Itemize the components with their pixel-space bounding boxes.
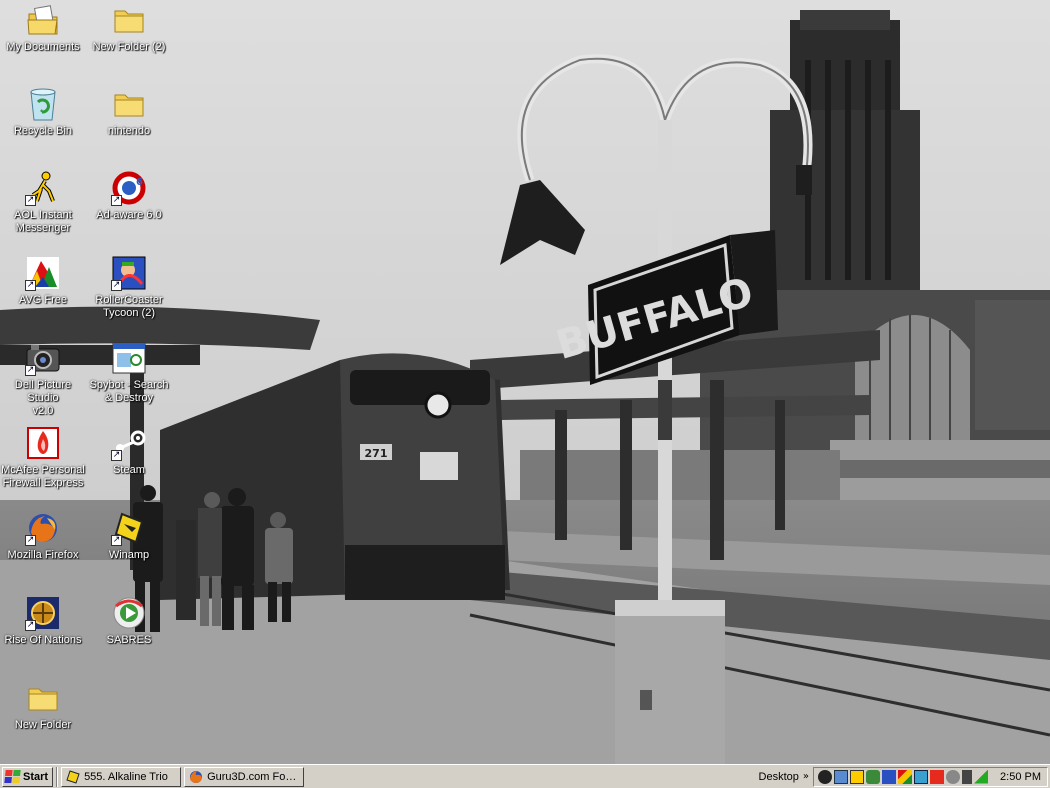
spybot-icon: [111, 340, 147, 376]
desktop-icon-new-folder[interactable]: New Folder: [0, 680, 86, 732]
desktop-icon-my-documents[interactable]: My Documents: [0, 2, 86, 54]
taskbar-button-firefox[interactable]: Guru3D.com Foru...: [184, 766, 305, 787]
adaware-icon: 6 ↗: [111, 170, 147, 206]
shortcut-arrow-icon: ↗: [111, 195, 122, 206]
desktop-icon-label: Recycle Bin: [13, 125, 73, 137]
shortcut-arrow-icon: ↗: [25, 620, 36, 631]
network-tray-icon[interactable]: [834, 769, 849, 784]
recycle-bin-icon: [25, 86, 61, 122]
desktop-icon-label: Rise Of Nations: [4, 634, 82, 646]
desktop-icon-label: AVG Free: [18, 294, 68, 306]
desktop-icon-sabres[interactable]: SABRES: [86, 595, 172, 647]
start-label: Start: [23, 770, 49, 783]
signal-strength-icon[interactable]: [974, 769, 989, 784]
desktop-icon-mcafee[interactable]: McAfee Personal Firewall Express: [0, 425, 86, 490]
locomotive-number: 271: [365, 447, 388, 460]
system-tray: 2:50 PM: [813, 766, 1048, 787]
shortcut-arrow-icon: ↗: [25, 535, 36, 546]
desktop-icon-rollercoaster-tycoon-2[interactable]: ↗ RollerCoaster Tycoon (2): [86, 255, 172, 320]
rise-of-nations-icon: ↗: [25, 595, 61, 631]
desktop-icon-nintendo[interactable]: nintendo: [86, 86, 172, 138]
svg-text:6: 6: [136, 177, 143, 188]
taskbar-clock[interactable]: 2:50 PM: [1000, 771, 1041, 783]
dell-picture-studio-icon: ↗: [25, 340, 61, 376]
tool-tray-icon[interactable]: [946, 769, 961, 784]
desktop-icon-label: McAfee Personal Firewall Express: [1, 464, 85, 489]
avg-icon: ↗: [25, 255, 61, 291]
winamp-icon: ↗: [111, 510, 147, 546]
desktop-icon-rise-of-nations[interactable]: ↗ Rise Of Nations: [0, 595, 86, 647]
shortcut-arrow-icon: ↗: [25, 280, 36, 291]
desktop-icon-mozilla-firefox[interactable]: ↗ Mozilla Firefox: [0, 510, 86, 562]
sabres-icon: [111, 595, 147, 631]
taskbar-separator: [56, 766, 59, 787]
firefox-icon: ↗: [25, 510, 61, 546]
shortcut-arrow-icon: ↗: [25, 195, 36, 206]
shortcut-arrow-icon: ↗: [25, 365, 36, 376]
desktop-icon-label: nintendo: [107, 125, 151, 137]
folder-icon: [25, 680, 61, 716]
mcafee-tray-icon[interactable]: [930, 769, 945, 784]
task-label: 555. Alkaline Trio: [84, 770, 168, 783]
desktop-icon-label: SABRES: [106, 634, 152, 646]
steam-icon: ↗: [111, 425, 147, 461]
desktop-icon-label: AOL Instant Messenger: [14, 209, 72, 234]
desktop-toolbar-label[interactable]: Desktop: [759, 771, 799, 783]
windows-logo-icon: [4, 770, 21, 783]
desktop-icon-aol-instant-messenger[interactable]: ↗ AOL Instant Messenger: [0, 170, 86, 235]
desktop-icon-label: New Folder (2): [92, 41, 166, 53]
desktop-icon-dell-picture-studio[interactable]: ↗ Dell Picture Studio v2.0: [0, 340, 86, 418]
my-documents-icon: [25, 2, 61, 38]
desktop-icon-avg-free[interactable]: ↗ AVG Free: [0, 255, 86, 307]
taskbar-button-winamp[interactable]: 555. Alkaline Trio: [61, 766, 182, 787]
taskbar: Start 555. Alkaline Trio Guru3D.com Foru…: [0, 764, 1050, 788]
toolbar-chevron-icon[interactable]: »: [803, 771, 809, 782]
desktop-icon-spybot[interactable]: Spybot - Search & Destroy: [86, 340, 172, 405]
desktop-icon-label: Winamp: [108, 549, 150, 561]
monitor-tray-icon[interactable]: [914, 769, 929, 784]
desktop-icon-new-folder-2[interactable]: New Folder (2): [86, 2, 172, 54]
security-tray-icon[interactable]: [882, 769, 897, 784]
desktop-icon-steam[interactable]: ↗ Steam: [86, 425, 172, 477]
firefox-task-icon: [190, 770, 203, 783]
shortcut-arrow-icon: ↗: [111, 450, 122, 461]
folder-icon: [111, 86, 147, 122]
folder-icon: [111, 2, 147, 38]
mcafee-icon: [25, 425, 61, 461]
winamp-task-icon: [66, 769, 80, 784]
desktop-icon-winamp[interactable]: ↗ Winamp: [86, 510, 172, 562]
steam-tray-icon[interactable]: [818, 769, 833, 784]
aim-tray-icon[interactable]: [850, 769, 865, 784]
desktop-icon-ad-aware[interactable]: 6 ↗ Ad-aware 6.0: [86, 170, 172, 222]
desktop-icon-label: My Documents: [6, 41, 80, 53]
desktop-icon-label: Dell Picture Studio v2.0: [14, 379, 72, 417]
messenger-tray-icon[interactable]: [866, 769, 881, 784]
desktop-icon-label: Spybot - Search & Destroy: [89, 379, 169, 404]
desktop-icon-label: RollerCoaster Tycoon (2): [95, 294, 163, 319]
start-button[interactable]: Start: [2, 766, 54, 787]
desktop-icon-label: Steam: [113, 464, 145, 476]
modem-tray-icon[interactable]: [962, 769, 973, 784]
aim-icon: ↗: [25, 170, 61, 206]
desktop-icon-recycle-bin[interactable]: Recycle Bin: [0, 86, 86, 138]
task-label: Guru3D.com Foru...: [207, 770, 300, 783]
desktop-icon-label: Ad-aware 6.0: [96, 209, 162, 221]
desktop-icon-label: Mozilla Firefox: [7, 549, 79, 561]
desktop-icon-label: New Folder: [14, 719, 72, 731]
shortcut-arrow-icon: ↗: [111, 280, 122, 291]
rollercoaster-icon: ↗: [111, 255, 147, 291]
shortcut-arrow-icon: ↗: [111, 535, 122, 546]
avg-tray-icon[interactable]: [898, 769, 913, 784]
